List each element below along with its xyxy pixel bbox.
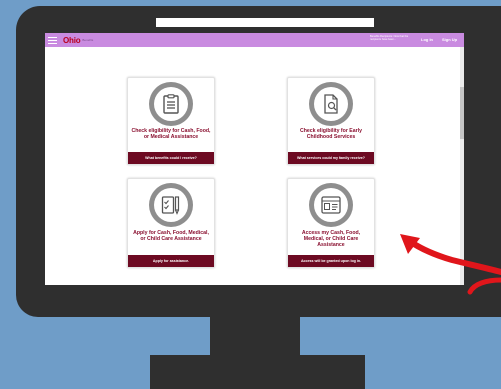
form-pencil-icon xyxy=(149,183,193,227)
card-check-eligibility-early-childhood[interactable]: Check eligibility for Early Childhood Se… xyxy=(287,77,375,165)
hamburger-menu-icon[interactable] xyxy=(48,36,57,44)
clipboard-list-icon xyxy=(149,82,193,126)
card-title: Apply for Cash, Food, Medical, or Child … xyxy=(133,230,209,242)
document-search-icon xyxy=(309,82,353,126)
site-header: Ohio Benefits Benefits Recipients: Now t… xyxy=(45,33,464,47)
site-logo-subtitle: Benefits xyxy=(82,38,94,42)
header-notice: Benefits Recipients: Now that the recipi… xyxy=(370,35,409,41)
monitor-top-bar xyxy=(156,18,374,27)
card-title: Access my Cash, Food, Medical, or Child … xyxy=(301,230,361,248)
card-footer-link[interactable]: Access will be granted upon log in. xyxy=(288,255,374,267)
card-title: Check eligibility for Early Childhood Se… xyxy=(300,128,362,140)
id-card-icon xyxy=(309,183,353,227)
card-footer-link[interactable]: What benefits could I receive? xyxy=(128,152,214,164)
monitor-stand-neck xyxy=(210,317,300,357)
card-footer-link[interactable]: Apply for assistance. xyxy=(128,255,214,267)
login-link[interactable]: Log In xyxy=(421,37,433,42)
red-arrow-pointer-icon xyxy=(400,234,501,295)
card-footer-link[interactable]: What services could my family receive? xyxy=(288,152,374,164)
card-apply-assistance[interactable]: Apply for Cash, Food, Medical, or Child … xyxy=(127,178,215,268)
signup-link[interactable]: Sign Up xyxy=(442,37,457,42)
card-title: Check eligibility for Cash, Food, or Med… xyxy=(131,128,211,140)
card-access-assistance[interactable]: Access my Cash, Food, Medical, or Child … xyxy=(287,178,375,268)
monitor-stand-base xyxy=(150,355,365,389)
site-logo[interactable]: Ohio xyxy=(63,36,81,45)
scrollbar-thumb[interactable] xyxy=(460,87,464,139)
card-check-eligibility-cash[interactable]: Check eligibility for Cash, Food, or Med… xyxy=(127,77,215,165)
